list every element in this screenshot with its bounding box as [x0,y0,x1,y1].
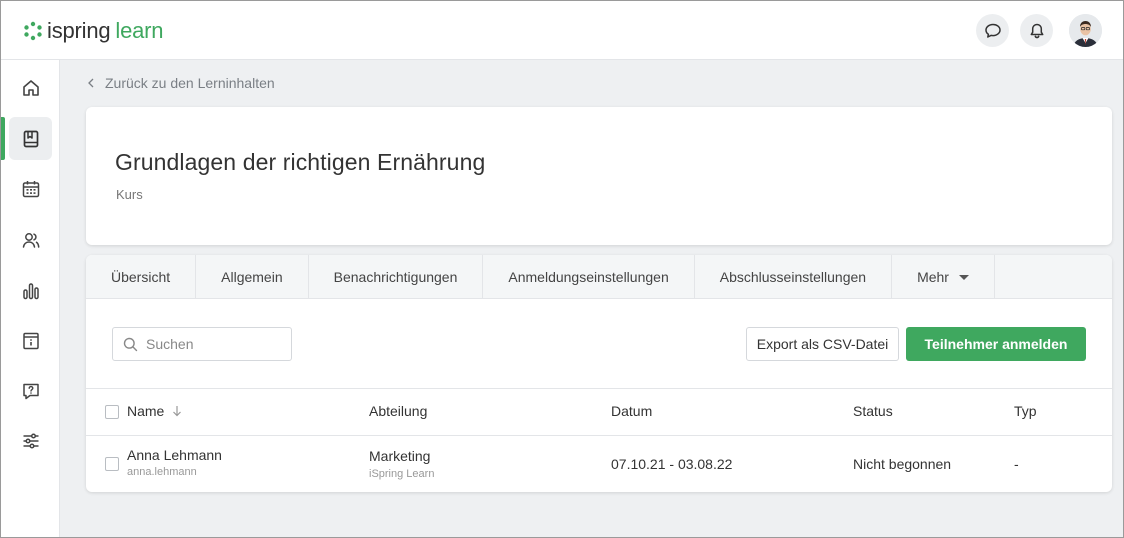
notifications-button[interactable] [1020,14,1053,47]
user-avatar[interactable] [1069,14,1102,47]
enroll-participants-button[interactable]: Teilnehmer anmelden [906,327,1086,361]
column-header-type: Typ [1014,403,1037,419]
chat-button[interactable] [976,14,1009,47]
chevron-left-icon [88,78,94,88]
calendar-icon [22,180,39,197]
back-link[interactable]: Zurück zu den Lerninhalten [87,75,275,91]
course-type: Kurs [116,187,143,202]
sidebar [1,60,60,537]
tab-label: Anmeldungseinstellungen [508,269,669,285]
tab-notifications[interactable]: Benachrichtigungen [309,255,484,299]
date-range: 07.10.21 - 03.08.22 [611,456,733,472]
user-login: anna.lehmann [127,466,197,478]
users-icon [22,232,39,248]
tab-bar: Übersicht Allgemein Benachrichtigungen A… [86,255,1112,299]
department-org: iSpring Learn [369,468,435,480]
tab-overview[interactable]: Übersicht [86,255,197,299]
column-header-date: Datum [611,403,653,419]
book-icon [23,130,38,147]
sliders-icon [23,432,38,449]
column-header-status: Status [853,403,893,419]
tab-more[interactable]: Mehr [892,255,995,299]
bell-icon [1030,23,1043,38]
row-checkbox[interactable] [105,457,119,471]
sidebar-item-info[interactable] [9,319,52,362]
search-input[interactable] [146,336,286,352]
app-window: ispring learn Zurück zu den Lerninhalten… [0,0,1124,538]
bar-chart-icon [22,282,39,299]
top-bar: ispring learn [1,1,1123,60]
column-header-name-label: Name [127,403,165,419]
table-row[interactable]: Anna Lehmann anna.lehmann Marketing iSpr… [86,436,1112,492]
question-bubble-icon [22,383,39,399]
caret-down-icon [958,274,969,280]
enrollments-card: Übersicht Allgemein Benachrichtigungen A… [86,255,1112,492]
tab-label: Übersicht [111,269,171,285]
tab-label: Mehr [917,269,949,285]
sort-arrow-down-icon [173,406,182,417]
home-icon [22,79,39,96]
status: Nicht begonnen [853,456,952,472]
ispring-logo-icon [24,21,42,41]
sidebar-item-content[interactable] [9,117,52,160]
department: Marketing [369,448,431,464]
avatar-icon [1069,14,1102,47]
tab-completion-settings[interactable]: Abschlusseinstellungen [695,255,893,299]
speech-bubble-icon [984,23,1001,38]
user-name[interactable]: Anna Lehmann [127,447,222,463]
export-csv-button[interactable]: Export als CSV-Datei [746,327,899,361]
sidebar-item-home[interactable] [9,66,52,109]
logo-text-ispring: ispring [47,18,111,43]
tab-label: Allgemein [221,269,283,285]
tab-label: Benachrichtigungen [333,269,458,285]
select-all-checkbox[interactable] [105,405,119,419]
active-indicator [1,117,5,160]
info-card-icon [22,332,39,349]
search-icon [123,337,138,351]
table-header: Name Abteilung Datum Status Typ [86,388,1112,436]
tab-general[interactable]: Allgemein [196,255,309,299]
type: - [1014,456,1019,472]
tab-label: Abschlusseinstellungen [719,269,867,285]
sidebar-item-reports[interactable] [9,269,52,312]
column-header-name[interactable]: Name [127,403,182,419]
back-link-label: Zurück zu den Lerninhalten [105,75,275,91]
page-title: Grundlagen der richtigen Ernährung [115,149,486,175]
course-header-card: Grundlagen der richtigen Ernährung Kurs [86,107,1112,245]
sidebar-item-users[interactable] [9,218,52,261]
sidebar-item-help[interactable] [9,369,52,412]
logo[interactable]: ispring learn [23,18,164,44]
logo-text-learn: learn [115,18,164,43]
tab-enrollment-settings[interactable]: Anmeldungseinstellungen [483,255,695,299]
sidebar-item-settings[interactable] [9,419,52,462]
sidebar-item-calendar[interactable] [9,167,52,210]
search-box[interactable] [112,327,292,361]
column-header-department: Abteilung [369,403,428,419]
